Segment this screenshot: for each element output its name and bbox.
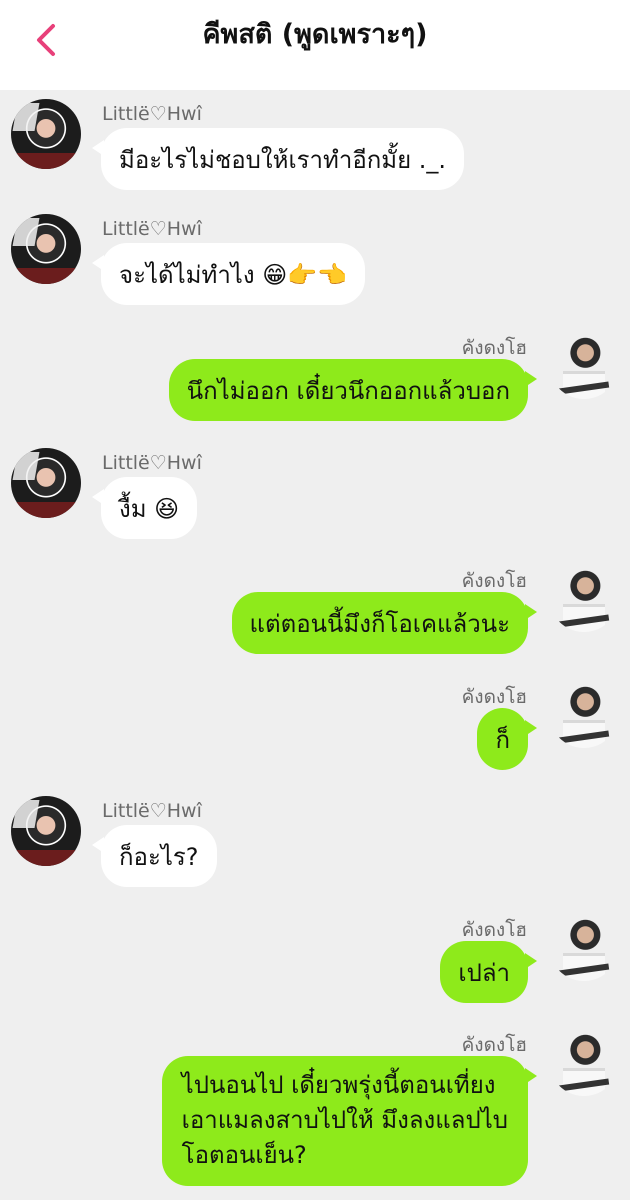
avatar[interactable] (549, 678, 619, 748)
chat-header: คีพสติ (พูดเพราะๆ) (0, 0, 630, 90)
message-bubble[interactable]: ก็อะไร? (92, 825, 217, 887)
message-line: ไปนอนไป เดี๋ยวพรุ่งนี้ตอนเที่ยง (181, 1071, 496, 1099)
message-line: โอตอนเย็น? (181, 1141, 307, 1169)
avatar[interactable] (549, 1026, 619, 1096)
sender-name: คังดงโฮ (461, 686, 527, 708)
message-bubble[interactable]: แต่ตอนนี้มึงก็โอเคแล้วนะ (231, 592, 538, 654)
message-list[interactable]: Littlë♡Hwî มีอะไรไม่ชอบให้เราทำอีกมั้ย .… (0, 90, 630, 1200)
message-bubble[interactable]: มีอะไรไม่ชอบให้เราทำอีกมั้ย ._. (91, 128, 465, 190)
avatar[interactable] (11, 796, 81, 866)
avatar[interactable] (11, 99, 81, 169)
message-bubble[interactable]: ไปนอนไป เดี๋ยวพรุ่งนี้ตอนเที่ยง เอาแมลงส… (161, 1056, 538, 1186)
message-bubble[interactable]: งื้ม 😆 (91, 477, 198, 539)
message-bubble[interactable]: นึกไม่ออก เดี๋ยวนึกออกแล้วบอก (168, 359, 538, 421)
sender-name: Littlë♡Hwî (102, 452, 202, 474)
message-bubble[interactable]: ก็ (477, 708, 537, 770)
avatar[interactable] (11, 214, 81, 284)
sender-name: Littlë♡Hwî (102, 800, 202, 822)
message-bubble[interactable]: จะได้ไม่ทำไง 😁👉👈 (92, 243, 365, 305)
message-line: เอาแมลงสาบไปให้ มึงลงแลปไบ (181, 1106, 508, 1134)
sender-name: Littlë♡Hwî (102, 218, 202, 240)
avatar[interactable] (549, 329, 619, 399)
avatar[interactable] (549, 562, 619, 632)
avatar[interactable] (11, 448, 81, 518)
chat-title: คีพสติ (พูดเพราะๆ) (202, 19, 428, 50)
message-bubble[interactable]: เปล่า (440, 941, 537, 1003)
sender-name: Littlë♡Hwî (102, 103, 202, 125)
avatar[interactable] (549, 911, 619, 981)
